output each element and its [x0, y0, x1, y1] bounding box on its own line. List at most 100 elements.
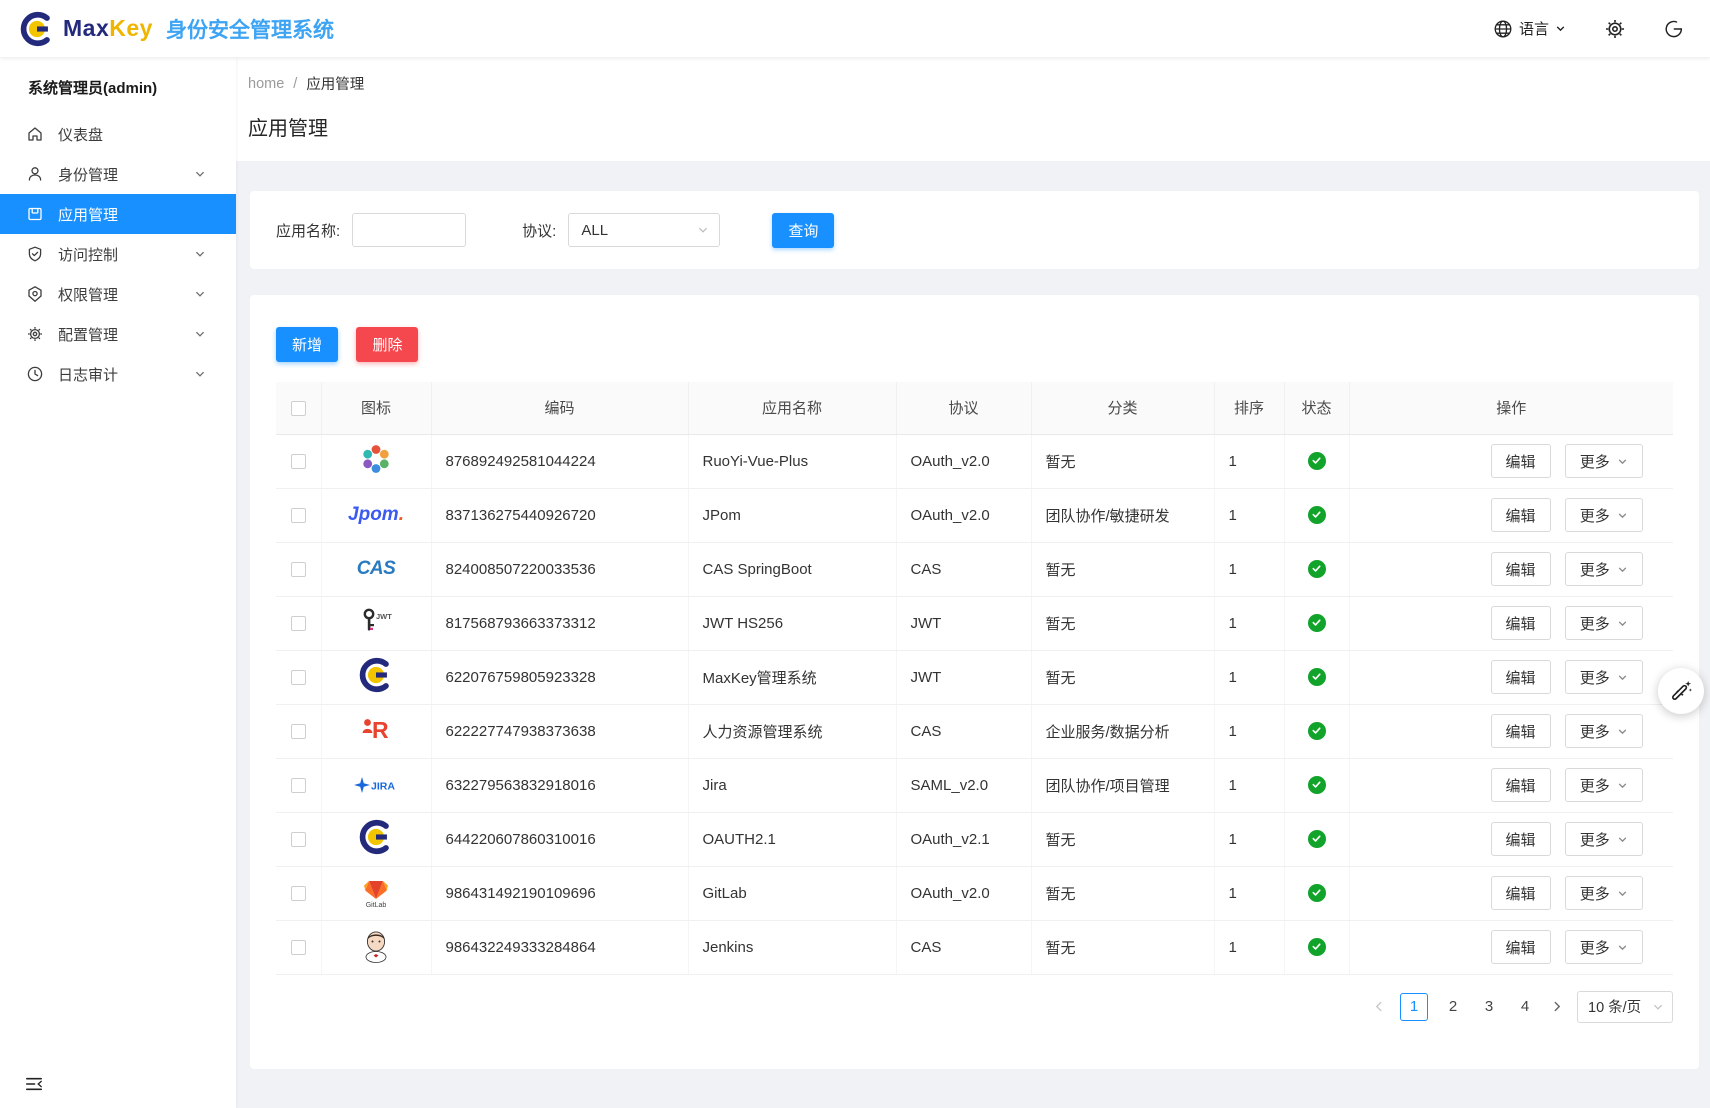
- more-button[interactable]: 更多: [1565, 660, 1643, 694]
- chevron-down-icon: [1617, 942, 1628, 953]
- column-header-name: 应用名称: [688, 382, 896, 434]
- more-button[interactable]: 更多: [1565, 876, 1643, 910]
- more-button[interactable]: 更多: [1565, 714, 1643, 748]
- globe-icon: [1493, 19, 1513, 39]
- column-header-sort: 排序: [1214, 382, 1284, 434]
- sidebar-menu-item[interactable]: 应用管理: [0, 194, 236, 234]
- edit-button[interactable]: 编辑: [1491, 444, 1551, 478]
- row-checkbox[interactable]: [291, 940, 306, 955]
- app-code: 622076759805923328: [431, 650, 688, 704]
- row-checkbox[interactable]: [291, 562, 306, 577]
- sidebar-menu-item[interactable]: 配置管理: [0, 314, 236, 354]
- language-switcher[interactable]: 语言: [1493, 18, 1566, 39]
- app-code: 824008507220033536: [431, 542, 688, 596]
- prev-page-button[interactable]: [1373, 1000, 1386, 1013]
- row-checkbox[interactable]: [291, 832, 306, 847]
- more-button[interactable]: 更多: [1565, 552, 1643, 586]
- row-checkbox[interactable]: [291, 454, 306, 469]
- more-button[interactable]: 更多: [1565, 930, 1643, 964]
- next-page-button[interactable]: [1550, 1000, 1563, 1013]
- app-sort: 1: [1214, 434, 1284, 488]
- edit-button[interactable]: 编辑: [1491, 606, 1551, 640]
- column-header-protocol: 协议: [896, 382, 1031, 434]
- more-button[interactable]: 更多: [1565, 606, 1643, 640]
- app-category: 暂无: [1031, 650, 1214, 704]
- edit-button[interactable]: 编辑: [1491, 498, 1551, 532]
- app-protocol: OAuth_v2.0: [896, 866, 1031, 920]
- sidebar-collapse-button[interactable]: [24, 1074, 44, 1094]
- edit-button[interactable]: 编辑: [1491, 660, 1551, 694]
- add-button[interactable]: 新增: [276, 327, 338, 362]
- table-panel: 新增 删除 图标 编码 应用名称 协议 分类 排序: [250, 295, 1699, 1069]
- status-enabled-icon: [1308, 452, 1326, 470]
- table-body: 876892492581044224 RuoYi-Vue-Plus OAuth_…: [276, 434, 1673, 974]
- app-category: 暂无: [1031, 542, 1214, 596]
- app-logo: CAS: [357, 551, 396, 587]
- more-button[interactable]: 更多: [1565, 444, 1643, 478]
- language-label: 语言: [1519, 18, 1549, 39]
- app-protocol: CAS: [896, 542, 1031, 596]
- page-number-button[interactable]: 2: [1442, 998, 1464, 1015]
- edit-button[interactable]: 编辑: [1491, 768, 1551, 802]
- row-checkbox[interactable]: [291, 886, 306, 901]
- app-sort: 1: [1214, 596, 1284, 650]
- edit-button[interactable]: 编辑: [1491, 552, 1551, 586]
- chevron-down-icon: [1617, 672, 1628, 683]
- search-button[interactable]: 查询: [772, 213, 834, 248]
- quick-tools-fab[interactable]: [1658, 668, 1704, 714]
- select-all-checkbox[interactable]: [291, 401, 306, 416]
- app-code: 622227747938373638: [431, 704, 688, 758]
- app-code: 644220607860310016: [431, 812, 688, 866]
- sidebar-user-title: 系统管理员(admin): [0, 57, 236, 98]
- edit-button[interactable]: 编辑: [1491, 930, 1551, 964]
- app-name: RuoYi-Vue-Plus: [688, 434, 896, 488]
- status-enabled-icon: [1308, 830, 1326, 848]
- more-button[interactable]: 更多: [1565, 822, 1643, 856]
- protocol-select[interactable]: ALL: [568, 213, 720, 247]
- table-row: Jpom. 837136275440926720 JPom OAuth_v2.0…: [276, 488, 1673, 542]
- sidebar-menu-item[interactable]: 权限管理: [0, 274, 236, 314]
- breadcrumb-current: 应用管理: [306, 73, 364, 94]
- app-sort: 1: [1214, 812, 1284, 866]
- app-name-input[interactable]: [352, 213, 466, 247]
- page-number-button[interactable]: 4: [1514, 998, 1536, 1015]
- more-button[interactable]: 更多: [1565, 498, 1643, 532]
- delete-button[interactable]: 删除: [356, 327, 418, 362]
- page-size-select[interactable]: 10 条/页: [1577, 991, 1673, 1023]
- page-number-button[interactable]: 1: [1400, 993, 1428, 1021]
- edit-button[interactable]: 编辑: [1491, 714, 1551, 748]
- settings-button[interactable]: [1604, 18, 1626, 40]
- sidebar-menu-item[interactable]: 日志审计: [0, 354, 236, 394]
- svg-text:GitLab: GitLab: [366, 902, 387, 909]
- app-category: 企业服务/数据分析: [1031, 704, 1214, 758]
- more-button-label: 更多: [1580, 667, 1610, 688]
- row-checkbox[interactable]: [291, 508, 306, 523]
- column-header-icon: 图标: [321, 382, 431, 434]
- chevron-down-icon: [1555, 23, 1566, 34]
- sidebar-menu: 仪表盘 身份管理 应用管理 访问控制 权: [0, 114, 236, 394]
- row-checkbox[interactable]: [291, 616, 306, 631]
- row-checkbox[interactable]: [291, 724, 306, 739]
- app-sort: 1: [1214, 758, 1284, 812]
- app-category: 暂无: [1031, 434, 1214, 488]
- chevron-down-icon: [1617, 510, 1628, 521]
- more-button-label: 更多: [1580, 613, 1610, 634]
- sidebar-menu-item[interactable]: 身份管理: [0, 154, 236, 194]
- page-size-value: 10 条/页: [1588, 996, 1641, 1017]
- brand-name: MaxKey: [63, 15, 153, 42]
- status-enabled-icon: [1308, 884, 1326, 902]
- row-checkbox[interactable]: [291, 778, 306, 793]
- app-name: GitLab: [688, 866, 896, 920]
- sidebar-menu-item[interactable]: 访问控制: [0, 234, 236, 274]
- table-row: 622076759805923328 MaxKey管理系统 JWT 暂无 1 编…: [276, 650, 1673, 704]
- edit-button[interactable]: 编辑: [1491, 876, 1551, 910]
- edit-button[interactable]: 编辑: [1491, 822, 1551, 856]
- app-protocol: CAS: [896, 704, 1031, 758]
- breadcrumb-home-link[interactable]: home: [248, 76, 284, 92]
- more-button[interactable]: 更多: [1565, 768, 1643, 802]
- chevron-down-icon: [1617, 834, 1628, 845]
- logout-button[interactable]: [1664, 19, 1684, 39]
- page-number-button[interactable]: 3: [1478, 998, 1500, 1015]
- row-checkbox[interactable]: [291, 670, 306, 685]
- sidebar-menu-item[interactable]: 仪表盘: [0, 114, 236, 154]
